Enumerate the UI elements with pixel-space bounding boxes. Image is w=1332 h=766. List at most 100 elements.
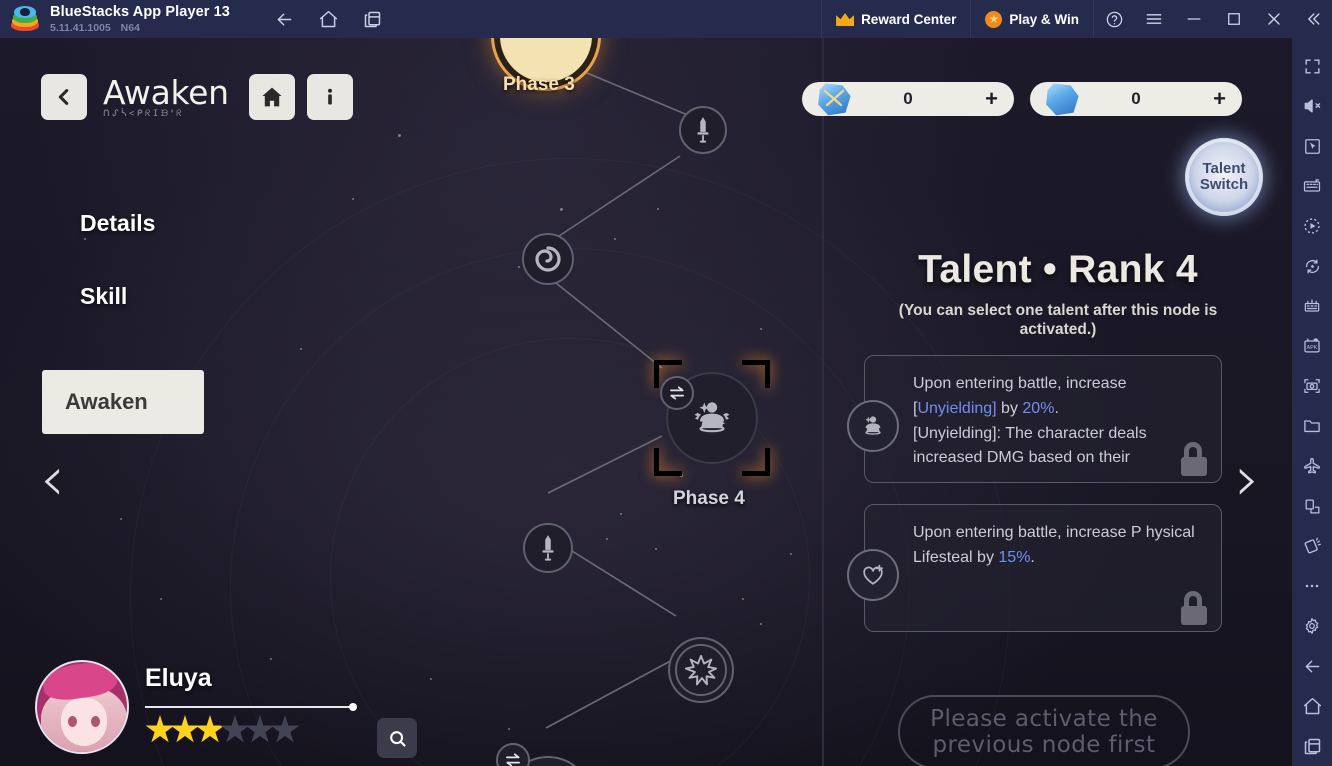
cursor-icon[interactable] [1292, 126, 1332, 166]
character-progress-bar [145, 703, 357, 711]
search-button[interactable] [377, 718, 417, 758]
star-filled [195, 715, 225, 743]
talent-panel: 0 + 0 + Talent Switch Talent • Rank 4 (Y… [802, 38, 1292, 766]
game-viewport[interactable]: Phase 3 Phase 4 Awaken ᑎᔑᓵ<ᑭᖇIᙖᕑᖇ Detail… [0, 38, 1292, 766]
help-icon[interactable] [1094, 0, 1134, 38]
star-empty [270, 715, 300, 743]
menu-item-details[interactable]: Details [80, 210, 155, 237]
star-filled [145, 715, 175, 743]
buff-character-icon [694, 402, 730, 433]
crown-icon [836, 13, 855, 26]
version-number: 5.11.41.1005 [50, 21, 111, 34]
buff-character-icon [847, 400, 899, 452]
android-back-icon[interactable] [1292, 646, 1332, 686]
search-icon [389, 730, 406, 747]
page-title: Awaken ᑎᔑᓵ<ᑭᖇIᙖᕑᖇ [103, 76, 229, 119]
page-title-text: Awaken [103, 72, 229, 112]
currency-gem-add-button[interactable]: + [1213, 88, 1226, 110]
hamburger-menu-icon[interactable] [1134, 0, 1174, 38]
talent-switch-line1: Talent [1202, 160, 1246, 178]
home-icon[interactable] [312, 4, 346, 34]
titlebar-nav-group [268, 4, 390, 34]
selection-corner-bl [654, 448, 682, 476]
character-name: Eluya [145, 664, 212, 692]
talent-option-unyielding[interactable]: Upon entering battle, increase [Unyieldi… [847, 355, 1222, 483]
minimize-icon[interactable] [1174, 0, 1214, 38]
avatar[interactable] [35, 660, 129, 754]
settings-gear-icon[interactable] [1292, 606, 1332, 646]
titlebar-right-group: Reward Center Play & Win [821, 0, 1332, 38]
star-badge-icon [985, 10, 1003, 28]
keymapping-icon[interactable] [1292, 166, 1332, 206]
bluestacks-sidebar: APK [1292, 38, 1332, 766]
star-empty [220, 715, 250, 743]
character-info: Eluya [145, 664, 417, 758]
back-icon[interactable] [268, 4, 302, 34]
multi-instance-icon[interactable] [356, 4, 390, 34]
maximize-icon[interactable] [1214, 0, 1254, 38]
airplane-icon[interactable] [1292, 446, 1332, 486]
talent-switch-button[interactable]: Talent Switch [1185, 138, 1263, 216]
selection-corner-br [742, 448, 770, 476]
sword-icon [697, 117, 709, 143]
shake-icon[interactable] [1292, 526, 1332, 566]
instance-name: N64 [120, 21, 140, 34]
currency-gem[interactable]: 0 + [1030, 82, 1242, 116]
tree-node-spiral[interactable] [522, 233, 574, 285]
app-title: BlueStacks App Player 13 [50, 4, 230, 20]
play-and-win-button[interactable]: Play & Win [971, 0, 1094, 38]
spiral-icon [535, 246, 561, 272]
media-folder-icon[interactable] [1292, 406, 1332, 446]
swap-arrows-icon [506, 753, 520, 766]
swap-badge-phase4[interactable] [660, 376, 694, 410]
rank-title: Talent • Rank 4 [918, 248, 1198, 291]
android-home-icon[interactable] [1292, 686, 1332, 726]
install-apk-icon[interactable]: APK [1292, 326, 1332, 366]
activate-locked-button[interactable]: Please activate the previous node first [898, 695, 1190, 766]
star-empty [245, 715, 275, 743]
prev-character-arrow[interactable]: ‹ [40, 448, 65, 510]
svg-text:APK: APK [1307, 345, 1318, 351]
currency-awaken-add-button[interactable]: + [985, 88, 998, 110]
game-header: Awaken ᑎᔑᓵ<ᑭᖇIᙖᕑᖇ [41, 74, 353, 120]
lock-icon [1181, 591, 1207, 625]
character-card[interactable]: Eluya [35, 660, 417, 758]
tree-node-burst[interactable] [675, 644, 727, 696]
swap-arrows-icon [670, 386, 684, 400]
macro-play-icon[interactable] [1292, 206, 1332, 246]
collapse-icon[interactable] [1294, 0, 1332, 38]
tree-node-sword-lower[interactable] [523, 523, 573, 573]
phase4-label: Phase 4 [673, 488, 745, 509]
currency-bar: 0 + 0 + [802, 82, 1242, 116]
reward-center-button[interactable]: Reward Center [821, 0, 972, 38]
home-icon [262, 87, 282, 107]
rotate-icon[interactable] [1292, 246, 1332, 286]
android-recents-icon[interactable] [1292, 726, 1332, 766]
copy-icon[interactable] [1292, 486, 1332, 526]
info-icon [327, 88, 332, 105]
screenshot-icon[interactable] [1292, 366, 1332, 406]
mute-icon[interactable] [1292, 86, 1332, 126]
lock-icon [1181, 442, 1207, 476]
rank-subtitle: (You can select one talent after this no… [898, 302, 1218, 338]
info-button[interactable] [306, 74, 353, 120]
blue-crystal-icon [1040, 76, 1084, 120]
tree-node-sword-upper[interactable] [679, 106, 727, 154]
section-menu: Details Skill [80, 210, 155, 356]
menu-item-skill[interactable]: Skill [80, 283, 155, 310]
more-icon[interactable] [1292, 566, 1332, 606]
fullscreen-icon[interactable] [1292, 46, 1332, 86]
phase3-label: Phase 3 [503, 74, 575, 95]
close-icon[interactable] [1254, 0, 1294, 38]
selection-corner-tr [742, 360, 770, 388]
home-button[interactable] [248, 74, 295, 120]
back-button[interactable] [41, 74, 87, 120]
talent-option-lifesteal[interactable]: Upon entering battle, increase P hysical… [847, 504, 1222, 632]
multi-instance-manager-icon[interactable] [1292, 286, 1332, 326]
menu-item-awaken-active[interactable]: Awaken [42, 370, 204, 434]
tree-node-phase4-wrap[interactable] [650, 356, 774, 480]
currency-awaken-material[interactable]: 0 + [802, 82, 1014, 116]
talent-option-unyielding-text: Upon entering battle, increase [Unyieldi… [913, 375, 1152, 467]
currency-awaken-value: 0 [903, 89, 913, 108]
starburst-icon [684, 654, 718, 686]
